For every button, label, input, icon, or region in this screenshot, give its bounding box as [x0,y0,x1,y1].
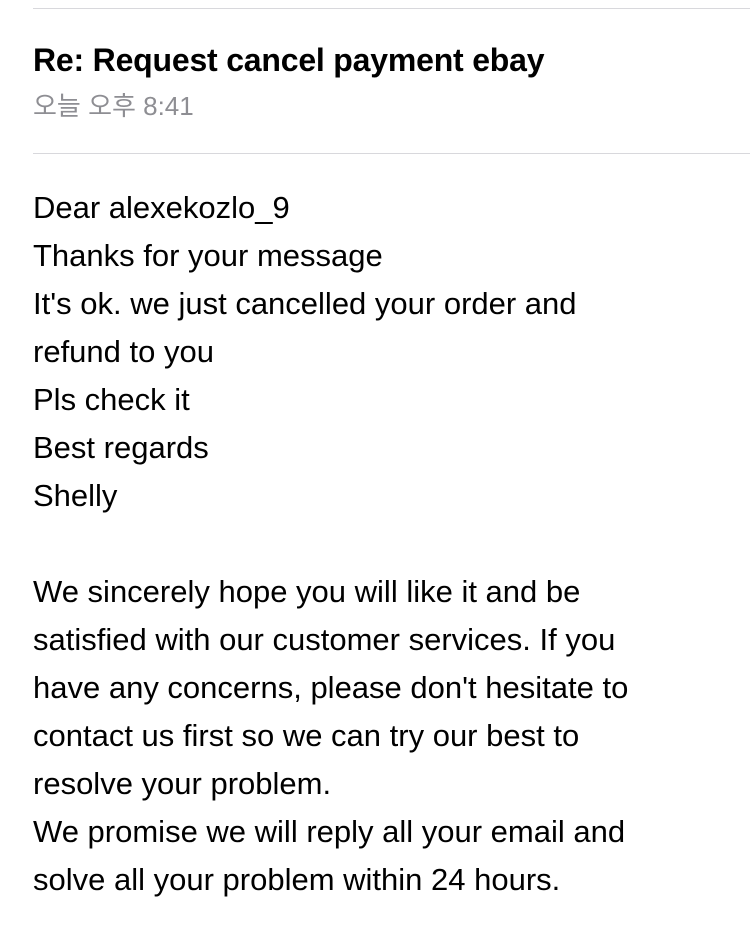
body-line-signoff: Best regards [33,430,209,465]
footer-line: have any concerns, please don't hesitate… [33,670,629,705]
body-line: It's ok. we just cancelled your order an… [33,286,577,321]
body-line: Thanks for your message [33,238,383,273]
footer-line: satisfied with our customer services. If… [33,622,616,657]
header-divider [33,153,750,154]
email-body: Dear alexekozlo_9 Thanks for your messag… [33,184,733,904]
footer-line: resolve your problem. [33,766,332,801]
body-line: refund to you [33,334,214,369]
footer-line: We sincerely hope you will like it and b… [33,574,581,609]
footer-line: solve all your problem within 24 hours. [33,862,561,897]
footer-line: contact us first so we can try our best … [33,718,580,753]
body-line-greeting: Dear alexekozlo_9 [33,190,290,225]
body-line: Pls check it [33,382,190,417]
email-subject: Re: Request cancel payment ebay [33,42,545,78]
top-divider [33,8,750,9]
email-timestamp: 오늘 오후 8:41 [33,91,194,121]
body-line-signature: Shelly [33,478,118,513]
footer-line: We promise we will reply all your email … [33,814,626,849]
